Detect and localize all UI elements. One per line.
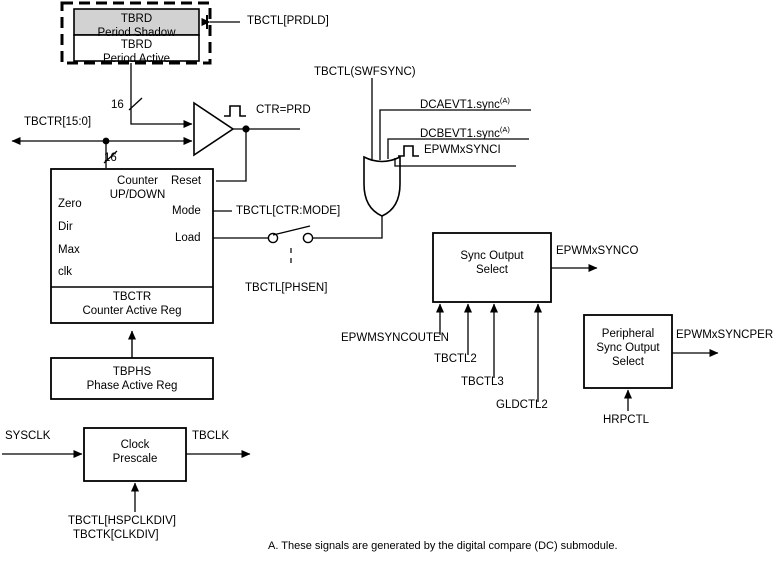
- sync-output-select-line1: Sync Output: [460, 250, 524, 262]
- or-gate: [363, 155, 401, 239]
- prdld-label: TBCTL[PRDLD]: [247, 15, 329, 27]
- counter-port-reset: Reset: [171, 175, 202, 187]
- peripheral-sync-line1: Peripheral: [601, 328, 655, 340]
- sysclk-label: SYSCLK: [5, 430, 51, 442]
- diagram-footnote: A. These signals are generated by the di…: [268, 540, 618, 552]
- dcbevt1-footnote-marker: (A): [499, 125, 510, 134]
- peripheral-sync-line2: Sync Output: [596, 342, 660, 354]
- phsen-label: TBCTL[PHSEN]: [245, 282, 328, 294]
- hspclkdiv-label: TBCTL[HSPCLKDIV]: [68, 515, 176, 527]
- period-active-line1: TBRD: [120, 39, 153, 51]
- diagram-canvas: TBRD Period Shadow TBRD Period Active TB…: [0, 0, 779, 574]
- peripheral-sync-output-select-label: Peripheral Sync Output Select: [584, 327, 672, 369]
- bus-width-top-label: 16: [111, 99, 124, 111]
- epwmxsynco-label: EPWMxSYNCO: [556, 245, 639, 257]
- gldctl2-label: GLDCTL2: [496, 399, 548, 411]
- peripheral-sync-line3: Select: [612, 356, 644, 368]
- period-to-comparator-bus: [128, 63, 193, 128]
- counter-active-reg-label: TBCTR Counter Active Reg: [51, 290, 213, 318]
- counter-active-reg-line2: Counter Active Reg: [82, 305, 182, 317]
- diagram-vector-layer: [2, 1, 719, 512]
- ctr-eq-prd-label: CTR=PRD: [256, 104, 311, 116]
- tbctr-bus-line: [11, 137, 193, 168]
- counter-port-clk: clk: [58, 266, 73, 278]
- prdld-signal-line: [201, 15, 240, 29]
- dcaevt1-text: DCAEVT1.sync: [420, 98, 500, 111]
- counter-port-max: Max: [58, 244, 80, 256]
- tbctl2-label: TBCTL2: [434, 353, 477, 365]
- tbctl3-label: TBCTL3: [461, 376, 504, 388]
- dcaevt1-label: DCAEVT1.sync(A): [420, 94, 510, 112]
- epwmxsyncper-label: EPWMxSYNCPER: [676, 329, 774, 341]
- counter-title-line2: UP/DOWN: [109, 189, 166, 201]
- period-active-line2: Period Active: [102, 53, 171, 65]
- clock-prescale-line1: Clock: [120, 439, 150, 451]
- clkdiv-label: TBCTK[CLKDIV]: [73, 529, 159, 541]
- load-phsen-switch: [213, 225, 381, 268]
- phase-active-reg-line2: Phase Active Reg: [86, 380, 178, 392]
- clock-prescale-label: Clock Prescale: [84, 438, 186, 466]
- dcbevt1-text: DCBEVT1.sync: [420, 127, 500, 140]
- tbclk-label: TBCLK: [192, 430, 230, 442]
- sync-output-select-label: Sync Output Select: [433, 249, 551, 277]
- clock-prescale-line2: Prescale: [112, 453, 158, 465]
- period-shadow-label: TBRD Period Shadow: [74, 12, 199, 40]
- period-active-label: TBRD Period Active: [74, 38, 199, 66]
- dcaevt1-footnote-marker: (A): [499, 96, 510, 105]
- epwmsyncouten-label: EPWMSYNCOUTEN: [341, 332, 449, 344]
- comparator-triangle: [193, 101, 235, 157]
- swfsync-label: TBCTL(SWFSYNC): [314, 66, 416, 78]
- counter-port-load: Load: [175, 232, 201, 244]
- sync-output-select-line2: Select: [476, 264, 508, 276]
- counter-port-zero: Zero: [58, 198, 82, 210]
- hrpctl-label: HRPCTL: [603, 414, 650, 426]
- dcbevt1-label: DCBEVT1.sync(A): [420, 123, 510, 141]
- counter-active-reg-line1: TBCTR: [112, 291, 152, 303]
- phase-active-reg-line1: TBPHS: [112, 366, 152, 378]
- bus-width-bottom-label: 16: [104, 152, 117, 164]
- counter-port-mode: Mode: [172, 205, 201, 217]
- counter-port-dir: Dir: [58, 221, 73, 233]
- ctr-eq-prd-output-line: [216, 105, 300, 182]
- tbctr-bus-label: TBCTR[15:0]: [24, 116, 92, 128]
- period-shadow-line1: TBRD: [120, 13, 153, 25]
- epwmxsynci-label: EPWMxSYNCI: [424, 144, 501, 156]
- phase-active-reg-label: TBPHS Phase Active Reg: [51, 365, 213, 393]
- ctr-mode-label: TBCTL[CTR:MODE]: [236, 205, 341, 217]
